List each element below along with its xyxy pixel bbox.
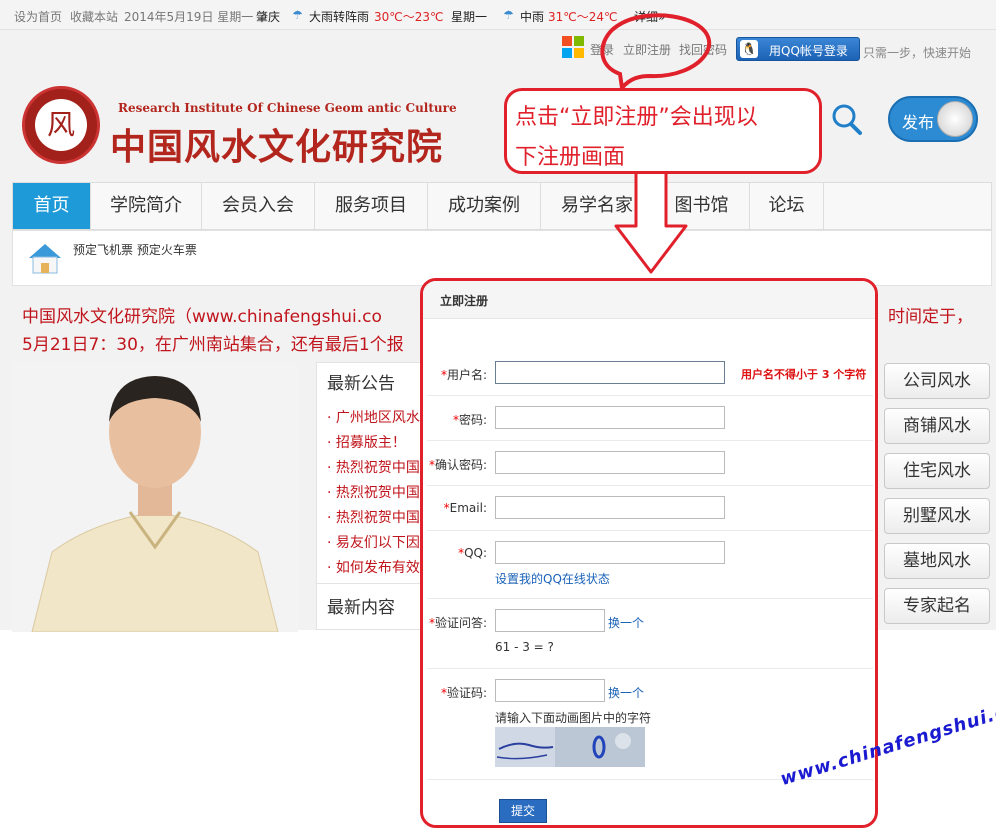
callout-line-1: 点击“立即注册”会出现以 xyxy=(515,105,758,130)
callout-line-2: 下注册画面 xyxy=(515,145,626,170)
instruction-callout: 点击“立即注册”会出现以 下注册画面 xyxy=(504,88,822,174)
annotation-overlay xyxy=(600,13,712,274)
